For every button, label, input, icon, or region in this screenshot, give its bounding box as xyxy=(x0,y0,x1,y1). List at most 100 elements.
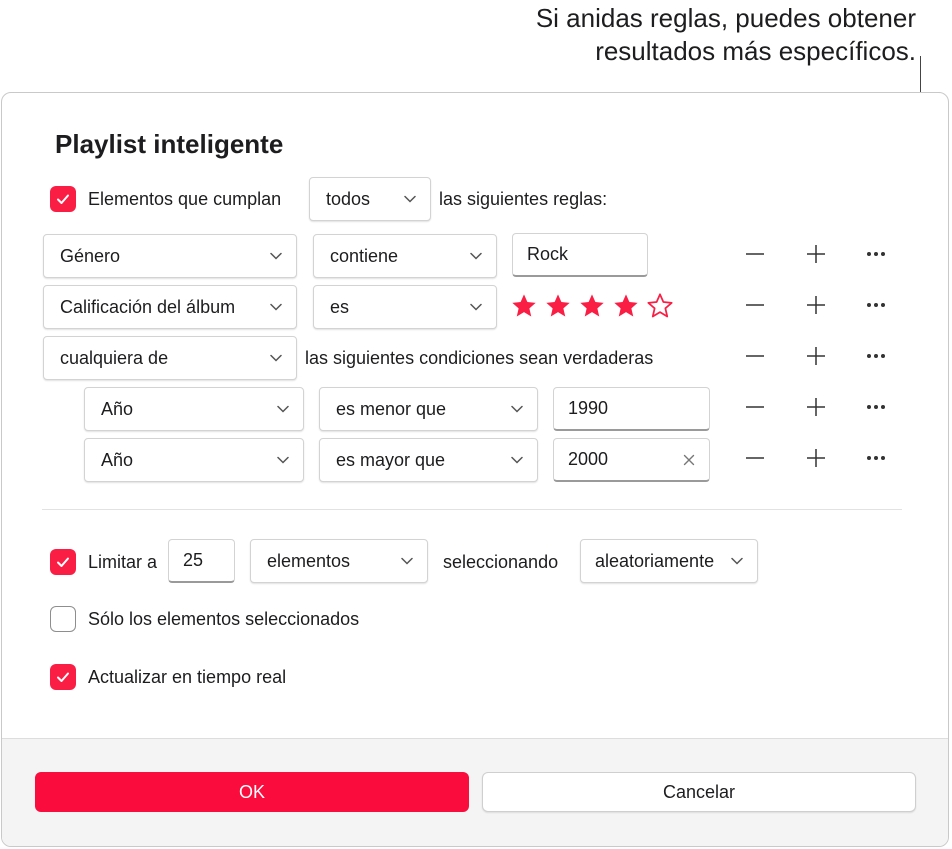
nested-rule-1-value-input[interactable]: 1990 xyxy=(553,387,710,431)
rule-2-field-select[interactable]: Calificación del álbum xyxy=(43,285,297,329)
rule-operator-value: contiene xyxy=(330,245,399,266)
checkmark-icon xyxy=(57,557,69,567)
star-filled-icon[interactable] xyxy=(578,292,606,320)
chevron-down-icon xyxy=(404,195,416,203)
dialog-title: Playlist inteligente xyxy=(55,129,284,159)
star-filled-icon[interactable] xyxy=(544,292,572,320)
ellipsis-icon xyxy=(866,404,886,410)
nested-rule-1-operator-select[interactable]: es menor que xyxy=(319,387,538,431)
album-rating-stars[interactable] xyxy=(510,292,674,320)
ellipsis-icon xyxy=(866,353,886,359)
minus-icon xyxy=(745,346,765,366)
limit-unit-value: elementos xyxy=(267,550,351,571)
chevron-down-icon xyxy=(470,252,482,260)
rule-1-operator-select[interactable]: contiene xyxy=(313,234,497,278)
plus-icon xyxy=(806,448,826,468)
rule-field-value: Calificación del álbum xyxy=(60,296,236,317)
nested-rule-2-add-rule-button[interactable] xyxy=(801,443,831,473)
chevron-down-icon xyxy=(270,252,282,260)
rule-1-value-input[interactable]: Rock xyxy=(512,233,648,277)
star-filled-icon[interactable] xyxy=(612,292,640,320)
rule-field-value: Año xyxy=(101,449,134,470)
nested-rule-2-operator-select[interactable]: es mayor que xyxy=(319,438,538,482)
rule-1-remove-rule-button[interactable] xyxy=(740,239,770,269)
plus-icon xyxy=(806,346,826,366)
checkmark-icon xyxy=(57,194,69,204)
chevron-down-icon xyxy=(511,456,523,464)
ellipsis-icon xyxy=(866,251,886,257)
rule-2-remove-rule-button[interactable] xyxy=(740,290,770,320)
rule-2-operator-select[interactable]: es xyxy=(313,285,497,329)
chevron-down-icon xyxy=(511,405,523,413)
cancel-button[interactable]: Cancelar xyxy=(482,772,916,812)
match-select-value: todos xyxy=(326,188,371,209)
dialog-footer: OK Cancelar xyxy=(2,738,948,846)
star-filled-icon[interactable] xyxy=(510,292,538,320)
nested-rule-2-more-options-button[interactable] xyxy=(861,443,891,473)
rule-2-add-rule-button[interactable] xyxy=(801,290,831,320)
rule-3-more-options-button[interactable] xyxy=(861,341,891,371)
plus-icon xyxy=(806,397,826,417)
ellipsis-icon xyxy=(866,302,886,308)
clear-icon[interactable] xyxy=(683,454,695,466)
rule-value-text: Rock xyxy=(527,244,569,264)
selecting-select[interactable]: aleatoriamente xyxy=(580,539,758,583)
minus-icon xyxy=(745,295,765,315)
chevron-down-icon xyxy=(470,303,482,311)
minus-icon xyxy=(745,397,765,417)
rule-1-more-options-button[interactable] xyxy=(861,239,891,269)
limit-checkbox[interactable] xyxy=(50,549,76,575)
live-update-label: Actualizar en tiempo real xyxy=(88,667,287,687)
nested-rule-2-value-input[interactable]: 2000 xyxy=(553,438,710,482)
chevron-down-icon xyxy=(270,354,282,362)
limit-value-input[interactable]: 25 xyxy=(168,539,235,583)
chevron-down-icon xyxy=(270,303,282,311)
section-divider xyxy=(42,509,902,510)
smart-playlist-dialog: Playlist inteligente Elementos que cumpl… xyxy=(1,92,949,847)
limit-unit-select[interactable]: elementos xyxy=(250,539,428,583)
rule-operator-value: es menor que xyxy=(336,398,447,419)
nested-rule-1-add-rule-button[interactable] xyxy=(801,392,831,422)
selecting-label: seleccionando xyxy=(443,552,559,572)
rule-field-value: Género xyxy=(60,245,121,266)
rule-3-text: las siguientes condiciones sean verdader… xyxy=(305,348,654,368)
nested-rule-1-remove-rule-button[interactable] xyxy=(740,392,770,422)
selecting-value: aleatoriamente xyxy=(595,550,715,571)
rule-3-field-select[interactable]: cualquiera de xyxy=(43,336,297,380)
match-select[interactable]: todos xyxy=(309,177,431,221)
chevron-down-icon xyxy=(401,557,413,565)
plus-icon xyxy=(806,244,826,264)
rule-value-text: 2000 xyxy=(568,449,609,469)
only-selected-checkbox[interactable] xyxy=(50,606,76,632)
chevron-down-icon xyxy=(277,456,289,464)
rule-operator-value: es xyxy=(330,296,350,317)
chevron-down-icon xyxy=(277,405,289,413)
callout-line-1: Si anidas reglas, puedes obtener xyxy=(535,3,916,33)
rule-field-value: Año xyxy=(101,398,134,419)
nested-rule-1-more-options-button[interactable] xyxy=(861,392,891,422)
nested-rule-2-remove-rule-button[interactable] xyxy=(740,443,770,473)
checkmark-icon xyxy=(57,672,69,682)
callout-text: Si anidas reglas, puedes obtener resulta… xyxy=(456,2,916,68)
rule-3-add-rule-button[interactable] xyxy=(801,341,831,371)
rule-3-remove-rule-button[interactable] xyxy=(740,341,770,371)
match-checkbox[interactable] xyxy=(50,186,76,212)
callout-line-2: resultados más específicos. xyxy=(595,36,916,66)
nested-rule-1-field-select[interactable]: Año xyxy=(84,387,304,431)
match-label: Elementos que cumplan xyxy=(88,189,282,209)
limit-value-text: 25 xyxy=(183,550,204,570)
rule-field-value: cualquiera de xyxy=(60,347,169,368)
only-selected-label: Sólo los elementos seleccionados xyxy=(88,609,360,629)
rule-value-text: 1990 xyxy=(568,398,609,418)
nested-rule-2-field-select[interactable]: Año xyxy=(84,438,304,482)
rule-1-add-rule-button[interactable] xyxy=(801,239,831,269)
star-outline-icon[interactable] xyxy=(646,292,674,320)
chevron-down-icon xyxy=(731,557,743,565)
rule-2-more-options-button[interactable] xyxy=(861,290,891,320)
rule-operator-value: es mayor que xyxy=(336,449,446,470)
rule-1-field-select[interactable]: Género xyxy=(43,234,297,278)
live-update-checkbox[interactable] xyxy=(50,664,76,690)
ellipsis-icon xyxy=(866,455,886,461)
ok-button[interactable]: OK xyxy=(35,772,469,812)
match-suffix: las siguientes reglas: xyxy=(439,189,608,209)
